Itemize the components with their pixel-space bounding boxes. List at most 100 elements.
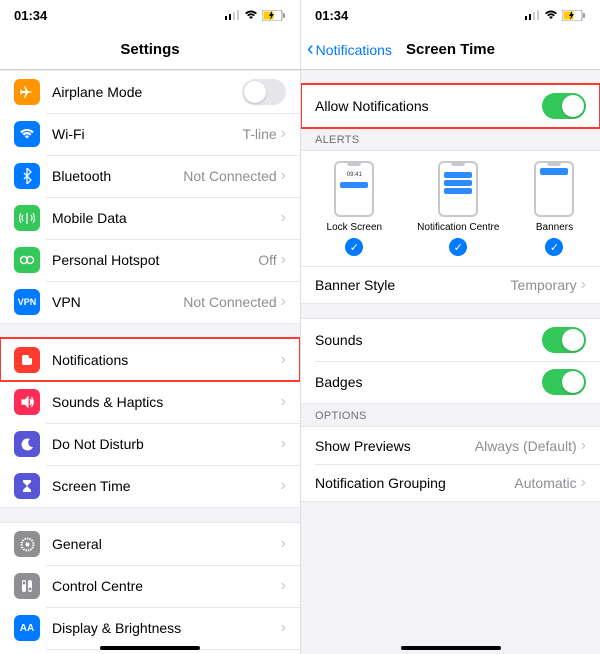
chevron-icon: › xyxy=(281,619,286,637)
chevron-icon: › xyxy=(281,535,286,553)
airplane-toggle[interactable] xyxy=(242,79,286,105)
row-bluetooth[interactable]: Bluetooth Not Connected › xyxy=(0,155,300,197)
row-label: Wi-Fi xyxy=(52,126,242,142)
chevron-icon: › xyxy=(281,209,286,227)
row-wifi[interactable]: Wi-Fi T-line › xyxy=(0,113,300,155)
check-icon[interactable]: ✓ xyxy=(449,238,467,256)
status-time: 01:34 xyxy=(14,8,47,23)
home-indicator[interactable] xyxy=(401,646,501,650)
battery-icon xyxy=(262,10,286,21)
signal-icon xyxy=(525,10,540,20)
row-label: Personal Hotspot xyxy=(52,252,258,268)
wifi-icon xyxy=(544,10,558,20)
gear-icon xyxy=(14,531,40,557)
row-label: Do Not Disturb xyxy=(52,436,281,452)
chevron-icon: › xyxy=(281,435,286,453)
row-badges[interactable]: Badges xyxy=(301,361,600,404)
row-notifications[interactable]: Notifications › xyxy=(0,338,300,381)
sliders-icon xyxy=(14,573,40,599)
alert-option-lock-screen[interactable]: 09:41 Lock Screen ✓ xyxy=(327,161,383,256)
chevron-icon: › xyxy=(581,474,586,492)
settings-screen: 01:34 Settings Airplane Mode Wi-Fi T-lin… xyxy=(0,0,300,654)
notification-settings-list[interactable]: Allow Notifications ALERTS 09:41 Lock Sc… xyxy=(301,70,600,654)
row-do-not-disturb[interactable]: Do Not Disturb › xyxy=(0,423,300,465)
alert-option-notification-centre[interactable]: Notification Centre ✓ xyxy=(417,161,499,256)
row-value: T-line xyxy=(242,126,276,142)
row-value: Not Connected xyxy=(183,294,276,310)
options-header: OPTIONS xyxy=(301,404,600,426)
settings-list[interactable]: Airplane Mode Wi-Fi T-line › Bluetooth N… xyxy=(0,70,300,654)
row-sounds-haptics[interactable]: Sounds & Haptics › xyxy=(0,381,300,423)
battery-icon xyxy=(562,10,586,21)
row-label: General xyxy=(52,536,281,552)
wifi-icon xyxy=(14,121,40,147)
back-button[interactable]: ‹ Notifications xyxy=(307,38,392,61)
hourglass-icon xyxy=(14,473,40,499)
row-notification-grouping[interactable]: Notification Grouping Automatic › xyxy=(301,464,600,502)
home-indicator[interactable] xyxy=(100,646,200,650)
back-label: Notifications xyxy=(316,42,392,58)
row-label: Mobile Data xyxy=(52,210,281,226)
row-sounds[interactable]: Sounds xyxy=(301,318,600,361)
signal-icon xyxy=(225,10,240,20)
row-label: Allow Notifications xyxy=(315,98,542,114)
vpn-icon: VPN xyxy=(14,289,40,315)
row-value: Not Connected xyxy=(183,168,276,184)
check-icon[interactable]: ✓ xyxy=(345,238,363,256)
row-banner-style[interactable]: Banner Style Temporary › xyxy=(301,266,600,304)
alerts-options: 09:41 Lock Screen ✓ Notification Centre … xyxy=(301,150,600,266)
notifications-icon xyxy=(14,347,40,373)
alert-option-banners[interactable]: Banners ✓ xyxy=(534,161,574,256)
allow-notifications-toggle[interactable] xyxy=(542,93,586,119)
check-icon[interactable]: ✓ xyxy=(545,238,563,256)
airplane-icon xyxy=(14,79,40,105)
option-label: Lock Screen xyxy=(327,222,383,233)
chevron-icon: › xyxy=(281,477,286,495)
banners-preview-icon xyxy=(534,161,574,217)
bluetooth-icon xyxy=(14,163,40,189)
chevron-icon: › xyxy=(581,437,586,455)
row-value: Automatic xyxy=(514,475,576,491)
row-label: Sounds & Haptics xyxy=(52,394,281,410)
nav-bar: ‹ Notifications Screen Time xyxy=(301,30,600,70)
antenna-icon xyxy=(14,205,40,231)
row-value: Off xyxy=(258,252,276,268)
chevron-icon: › xyxy=(281,577,286,595)
chevron-icon: › xyxy=(281,125,286,143)
chevron-icon: › xyxy=(281,251,286,269)
row-label: Airplane Mode xyxy=(52,84,242,100)
chevron-icon: › xyxy=(281,293,286,311)
lock-screen-preview-icon: 09:41 xyxy=(334,161,374,217)
row-label: Display & Brightness xyxy=(52,620,281,636)
row-label: Notifications xyxy=(52,352,281,368)
row-value: Temporary xyxy=(511,277,577,293)
row-mobile-data[interactable]: Mobile Data › xyxy=(0,197,300,239)
sounds-toggle[interactable] xyxy=(542,327,586,353)
badges-toggle[interactable] xyxy=(542,369,586,395)
row-label: Banner Style xyxy=(315,277,511,293)
chevron-icon: › xyxy=(281,351,286,369)
page-title: Settings xyxy=(120,41,179,58)
hotspot-icon xyxy=(14,247,40,273)
row-screen-time[interactable]: Screen Time › xyxy=(0,465,300,508)
row-allow-notifications[interactable]: Allow Notifications xyxy=(301,84,600,128)
row-personal-hotspot[interactable]: Personal Hotspot Off › xyxy=(0,239,300,281)
nav-bar: Settings xyxy=(0,30,300,70)
status-bar: 01:34 xyxy=(0,0,300,30)
row-show-previews[interactable]: Show Previews Always (Default) › xyxy=(301,426,600,464)
option-label: Banners xyxy=(536,222,573,233)
row-general[interactable]: General › xyxy=(0,522,300,565)
status-time: 01:34 xyxy=(315,8,348,23)
row-vpn[interactable]: VPN VPN Not Connected › xyxy=(0,281,300,324)
row-label: Notification Grouping xyxy=(315,475,514,491)
row-control-centre[interactable]: Control Centre › xyxy=(0,565,300,607)
chevron-icon: › xyxy=(281,167,286,185)
display-icon: AA xyxy=(14,615,40,641)
notification-centre-preview-icon xyxy=(438,161,478,217)
row-airplane-mode[interactable]: Airplane Mode xyxy=(0,70,300,113)
row-label: Sounds xyxy=(315,332,542,348)
row-label: Badges xyxy=(315,374,542,390)
chevron-icon: › xyxy=(281,393,286,411)
row-display-brightness[interactable]: AA Display & Brightness › xyxy=(0,607,300,649)
row-label: Control Centre xyxy=(52,578,281,594)
